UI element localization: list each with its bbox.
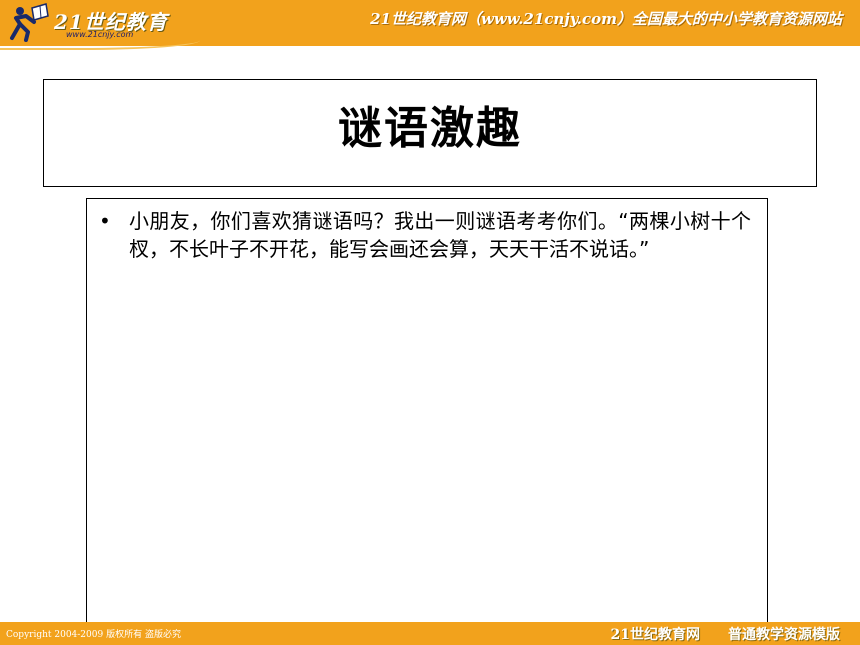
bullet-dot-icon: • [99,209,111,233]
slide-title: 谜语激趣 [338,103,522,154]
footer-brand: 21世纪教育网 普通教学资源模版 [611,624,840,644]
running-figure-book-logo-icon [10,3,49,42]
content-box: • 小朋友，你们喜欢猜谜语吗？我出一则谜语考考你们。“两棵小树十个杈，不长叶子不… [86,198,768,628]
footer-banner: Copyright 2004-2009 版权所有 盗版必究 21世纪教育网 普通教… [0,622,860,645]
logo-url: www.21cnjy.com [66,30,134,39]
footer-template-name: 普通教学资源模版 [728,627,840,643]
title-box: 谜语激趣 [43,79,817,187]
site-logo[interactable]: 21世纪教育 www.21cnjy.com [6,2,167,42]
header-slogan: 21世纪教育网（www.21cnjy.com）全国最大的中小学教育资源网站 [370,10,842,28]
bullet-item: • 小朋友，你们喜欢猜谜语吗？我出一则谜语考考你们。“两棵小树十个杈，不长叶子不… [99,207,751,263]
footer-copyright: Copyright 2004-2009 版权所有 盗版必究 [6,630,181,640]
header-banner: 21世纪教育 www.21cnjy.com 21世纪教育网（www.21cnjy… [0,0,860,50]
footer-brand-name: 21世纪教育网 [610,627,700,643]
bullet-text: 小朋友，你们喜欢猜谜语吗？我出一则谜语考考你们。“两棵小树十个杈，不长叶子不开花… [129,209,751,261]
